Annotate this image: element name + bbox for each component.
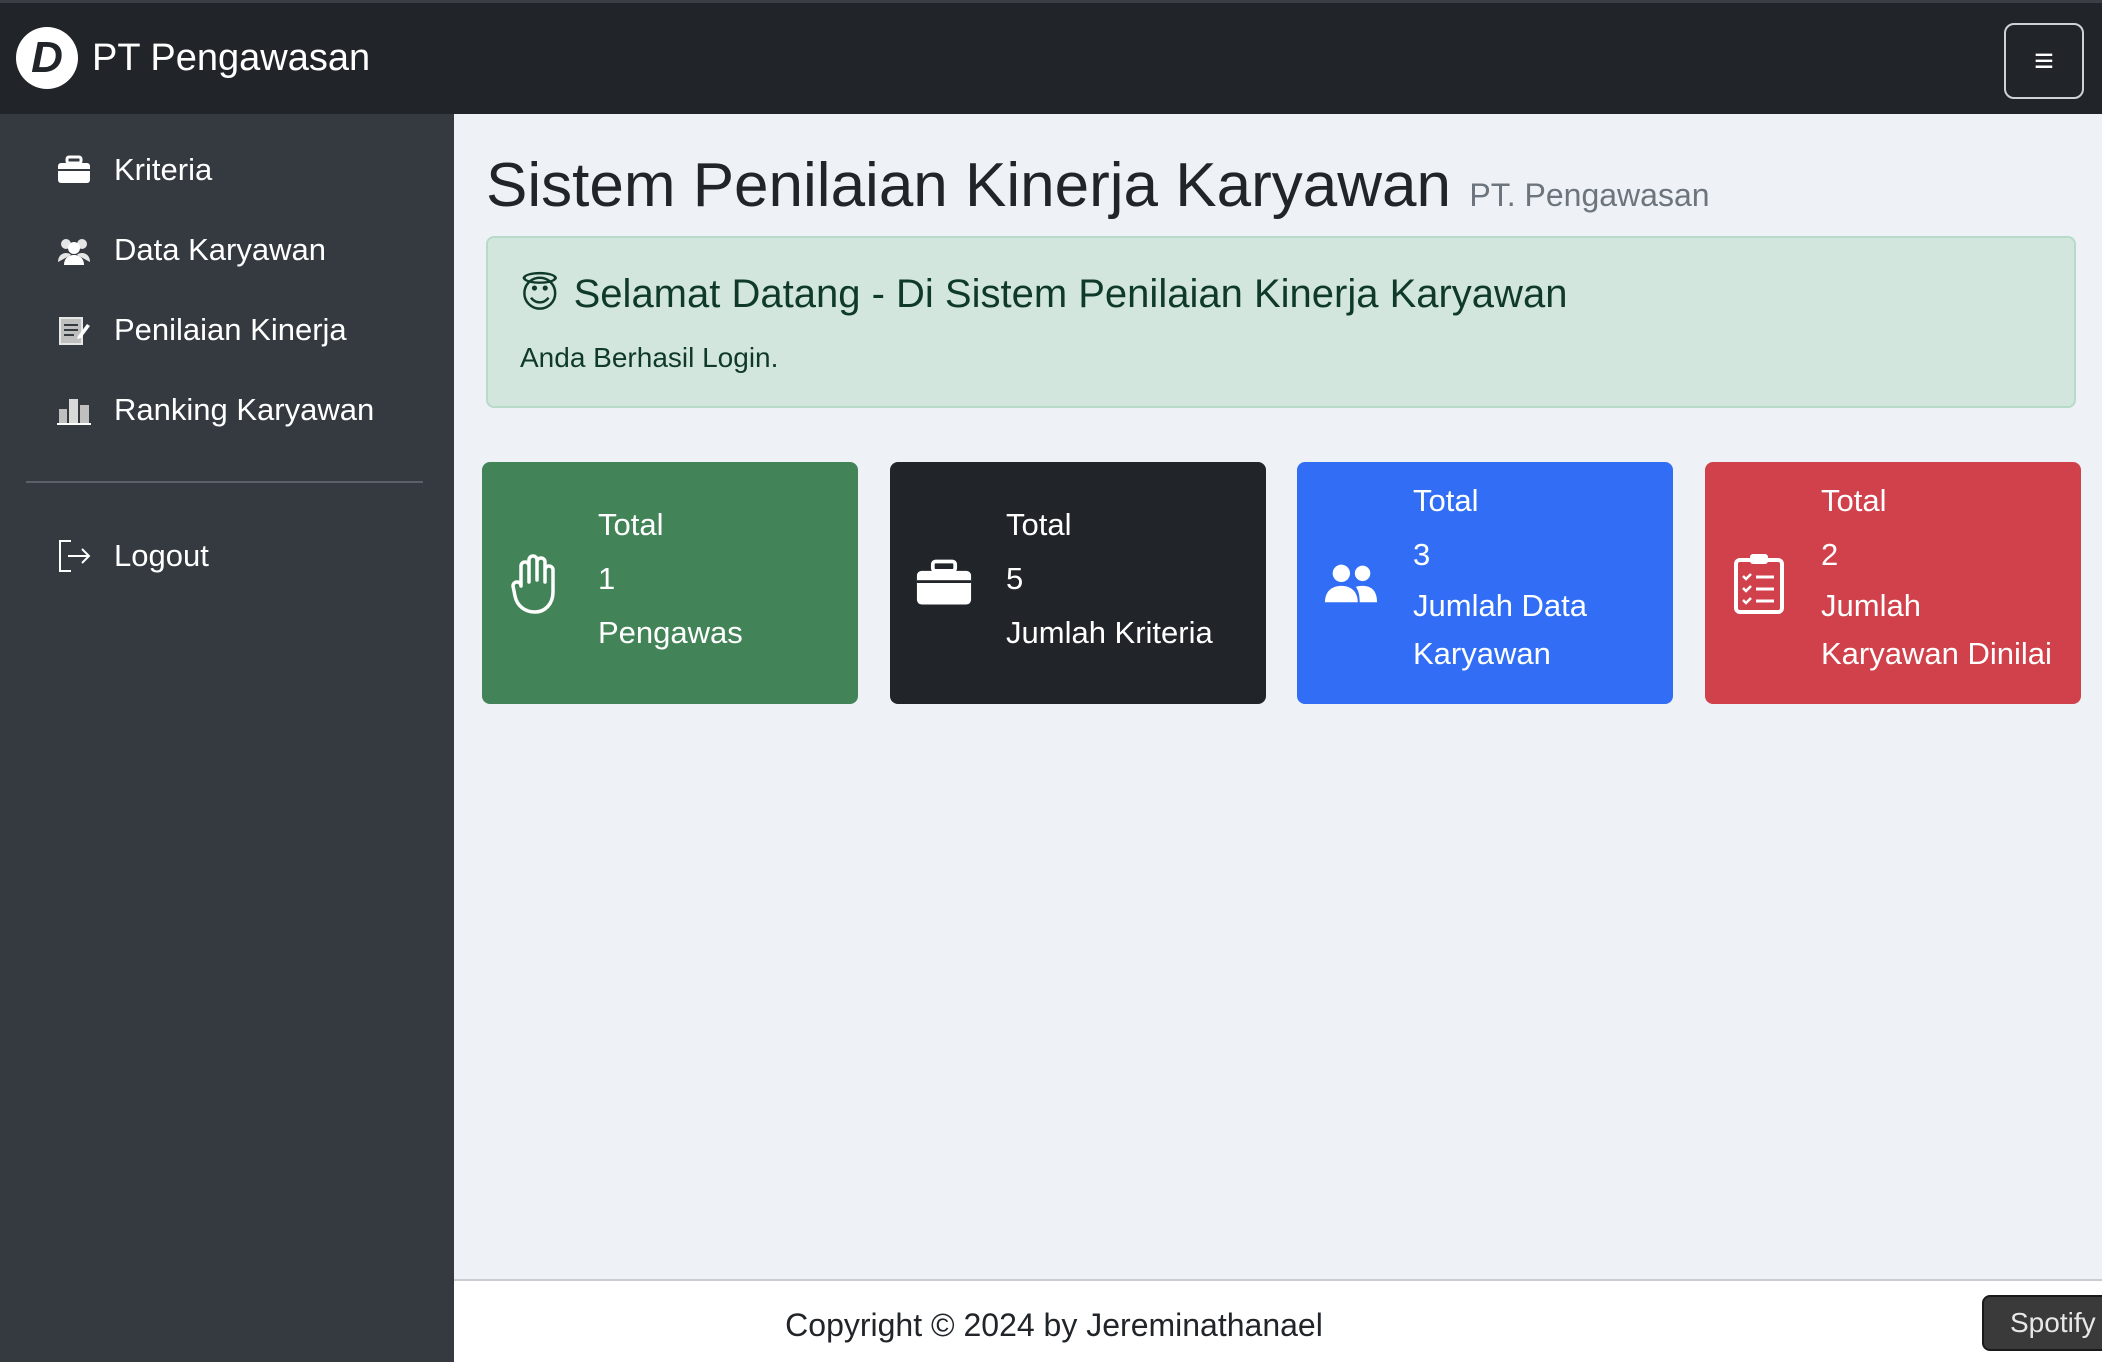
- sidebar-item-label: Penilaian Kinerja: [114, 312, 347, 347]
- alert-text: Anda Berhasil Login.: [520, 342, 779, 373]
- footer: Copyright © 2024 by Jereminathanael Spot…: [454, 1279, 2102, 1362]
- footer-copyright: Copyright © 2024 by Jereminathanael: [785, 1307, 1323, 1343]
- stat-card-karyawan-dinilai: Total 2 Jumlah Karyawan Dinilai: [1705, 462, 2081, 704]
- stat-card-karyawan: Total 3 Jumlah Data Karyawan: [1297, 462, 1673, 704]
- users-icon: [1323, 462, 1379, 704]
- stat-text: Total 1 Pengawas: [598, 498, 743, 660]
- alert-title: Selamat Datang - Di Sistem Penilaian Kin…: [573, 272, 1568, 316]
- stat-text: Total 5 Jumlah Kriteria: [1006, 498, 1213, 660]
- alert-heading: 😇 Selamat Datang - Di Sistem Penilaian K…: [520, 272, 1567, 317]
- stat-value: 5: [1006, 561, 1024, 596]
- stat-label: Total: [1413, 483, 1479, 518]
- brand-name: PT Pengawasan: [92, 36, 371, 79]
- sidebar: Kriteria Data Karyawan Penilaian Kinerja…: [0, 114, 454, 1362]
- top-navbar: D PT Pengawasan ≡: [0, 0, 2102, 114]
- smiling-face-with-halo-icon: 😇: [520, 274, 560, 316]
- hand-icon: [508, 462, 564, 704]
- stat-label: Total: [1821, 483, 1887, 518]
- stat-text: Total 3 Jumlah Data Karyawan: [1413, 474, 1587, 678]
- toolbox-icon: [56, 152, 92, 188]
- hamburger-icon: ≡: [2034, 41, 2054, 80]
- stat-text: Total 2 Jumlah Karyawan Dinilai: [1821, 474, 2052, 678]
- sidebar-item-ranking-karyawan[interactable]: Ranking Karyawan: [56, 382, 374, 438]
- logout-icon: [56, 538, 92, 574]
- stat-card-kriteria: Total 5 Jumlah Kriteria: [890, 462, 1266, 704]
- menu-toggle-button[interactable]: ≡: [2004, 23, 2084, 99]
- stat-value: 1: [598, 561, 616, 596]
- sidebar-item-kriteria[interactable]: Kriteria: [56, 142, 212, 198]
- stat-card-pengawas: Total 1 Pengawas: [482, 462, 858, 704]
- sidebar-item-penilaian-kinerja[interactable]: Penilaian Kinerja: [56, 302, 347, 358]
- brand-logo-icon: D: [16, 27, 78, 89]
- building-chart-icon: [56, 392, 92, 428]
- toolbox-icon: [916, 462, 972, 704]
- edit-document-icon: [56, 312, 92, 348]
- sidebar-item-label: Logout: [114, 538, 209, 573]
- welcome-alert: 😇 Selamat Datang - Di Sistem Penilaian K…: [486, 236, 2076, 408]
- stat-value: 3: [1413, 537, 1431, 572]
- sidebar-item-data-karyawan[interactable]: Data Karyawan: [56, 222, 326, 278]
- stat-value: 2: [1821, 537, 1839, 572]
- stat-caption: Jumlah Karyawan Dinilai: [1821, 588, 2052, 671]
- page-title: Sistem Penilaian Kinerja Karyawan PT. Pe…: [486, 150, 1710, 221]
- users-icon: [56, 232, 92, 268]
- sidebar-item-label: Ranking Karyawan: [114, 392, 375, 427]
- spotify-tooltip: Spotify: [1982, 1295, 2102, 1351]
- stat-label: Total: [1006, 507, 1072, 542]
- clipboard-list-icon: [1731, 462, 1787, 704]
- stat-label: Total: [598, 507, 664, 542]
- page-heading: Sistem Penilaian Kinerja Karyawan: [486, 151, 1451, 220]
- main-content: Sistem Penilaian Kinerja Karyawan PT. Pe…: [454, 114, 2102, 1279]
- brand[interactable]: D PT Pengawasan: [16, 27, 370, 89]
- sidebar-divider: [26, 481, 423, 483]
- stat-caption: Pengawas: [598, 615, 743, 650]
- sidebar-item-label: Kriteria: [114, 152, 213, 187]
- stat-caption: Jumlah Kriteria: [1006, 615, 1213, 650]
- sidebar-item-label: Data Karyawan: [114, 232, 326, 267]
- sidebar-item-logout[interactable]: Logout: [56, 528, 209, 584]
- page-subtitle: PT. Pengawasan: [1469, 177, 1710, 213]
- stat-caption: Jumlah Data Karyawan: [1413, 588, 1588, 671]
